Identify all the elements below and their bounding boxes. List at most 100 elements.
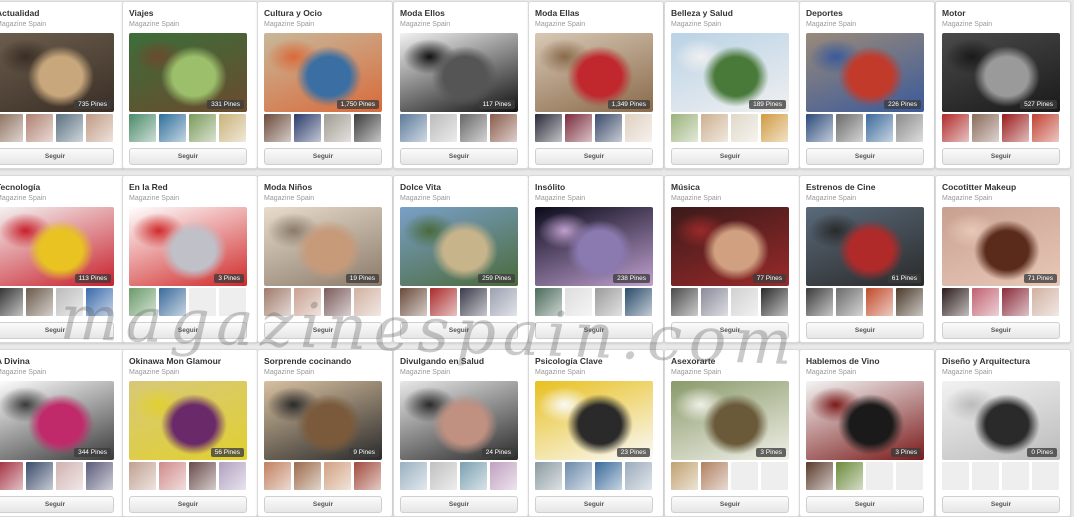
board-thumbnail[interactable] (1032, 462, 1059, 490)
board-cover-image[interactable]: 71 Pines (942, 207, 1060, 286)
board-card[interactable]: Tecnología Magazine Spain 113 Pines Seguir (0, 175, 125, 343)
board-cover-image[interactable]: 24 Pines (400, 381, 518, 460)
board-card[interactable]: Cocotitter Makeup Magazine Spain 71 Pines S… (935, 175, 1071, 343)
board-card[interactable]: Actualidad Magazine Spain 735 Pines Seguir (0, 1, 125, 169)
board-cover-image[interactable]: 3 Pines (671, 381, 789, 460)
board-card[interactable]: Música Magazine Spain 77 Pines Seguir (664, 175, 800, 343)
board-thumbnail[interactable] (625, 114, 652, 142)
board-title[interactable]: Insólito (535, 182, 659, 192)
board-thumbnail[interactable] (565, 462, 592, 490)
board-title[interactable]: Hablemos de Vino (806, 356, 930, 366)
board-thumbnail[interactable] (294, 288, 321, 316)
follow-button[interactable]: Seguir (129, 496, 247, 513)
board-thumbnail[interactable] (189, 288, 216, 316)
board-thumbnail[interactable] (565, 114, 592, 142)
board-thumbnail[interactable] (400, 114, 427, 142)
board-card[interactable]: Divulgando en Salud Magazine Spain 24 Pine… (393, 349, 529, 517)
board-thumbnail[interactable] (866, 114, 893, 142)
board-thumbnail[interactable] (1002, 114, 1029, 142)
board-thumbnail[interactable] (1032, 114, 1059, 142)
board-owner[interactable]: Magazine Spain (806, 21, 930, 28)
board-title[interactable]: Asexorarte (671, 356, 795, 366)
board-thumbnail[interactable] (942, 114, 969, 142)
board-thumbnail[interactable] (806, 288, 833, 316)
follow-button[interactable]: Seguir (129, 148, 247, 165)
follow-button[interactable]: Seguir (535, 322, 653, 339)
board-thumbnail[interactable] (942, 462, 969, 490)
board-owner[interactable]: Magazine Spain (129, 195, 253, 202)
board-card[interactable]: Moda Ellos Magazine Spain 117 Pines Seguir (393, 1, 529, 169)
board-cover-image[interactable]: 23 Pines (535, 381, 653, 460)
board-cover-image[interactable]: 1,750 Pines (264, 33, 382, 112)
board-thumbnail[interactable] (294, 114, 321, 142)
board-thumbnail[interactable] (671, 462, 698, 490)
board-title[interactable]: Diseño y Arquitectura (942, 356, 1066, 366)
board-thumbnail[interactable] (86, 462, 113, 490)
board-owner[interactable]: Magazine Spain (671, 195, 795, 202)
board-cover-image[interactable]: 56 Pines (129, 381, 247, 460)
board-title[interactable]: Estrenos de Cine (806, 182, 930, 192)
board-card[interactable]: Okinawa Mon Glamour Magazine Spain 56 Pine… (122, 349, 258, 517)
board-thumbnail[interactable] (430, 288, 457, 316)
follow-button[interactable]: Seguir (535, 148, 653, 165)
board-thumbnail[interactable] (430, 114, 457, 142)
follow-button[interactable]: Seguir (0, 322, 114, 339)
board-cover-image[interactable]: 344 Pines (0, 381, 114, 460)
board-thumbnail[interactable] (26, 288, 53, 316)
board-cover-image[interactable]: 113 Pines (0, 207, 114, 286)
board-owner[interactable]: Magazine Spain (264, 21, 388, 28)
board-thumbnail[interactable] (159, 114, 186, 142)
follow-button[interactable]: Seguir (942, 322, 1060, 339)
board-thumbnail[interactable] (836, 288, 863, 316)
board-title[interactable]: A Divina (0, 356, 120, 366)
board-thumbnail[interactable] (896, 288, 923, 316)
board-owner[interactable]: Magazine Spain (535, 21, 659, 28)
board-card[interactable]: Dolce Vita Magazine Spain 259 Pines Seguir (393, 175, 529, 343)
board-owner[interactable]: Magazine Spain (942, 369, 1066, 376)
board-card[interactable]: Insólito Magazine Spain 238 Pines Seguir (528, 175, 664, 343)
board-thumbnail[interactable] (595, 288, 622, 316)
board-card[interactable]: En la Red Magazine Spain 3 Pines Seguir (122, 175, 258, 343)
board-thumbnail[interactable] (595, 462, 622, 490)
board-cover-image[interactable]: 0 Pines (942, 381, 1060, 460)
board-thumbnail[interactable] (219, 462, 246, 490)
board-thumbnail[interactable] (866, 462, 893, 490)
board-thumbnail[interactable] (159, 462, 186, 490)
follow-button[interactable]: Seguir (129, 322, 247, 339)
board-thumbnail[interactable] (354, 114, 381, 142)
board-thumbnail[interactable] (731, 114, 758, 142)
board-owner[interactable]: Magazine Spain (942, 21, 1066, 28)
board-thumbnail[interactable] (264, 462, 291, 490)
board-cover-image[interactable]: 3 Pines (806, 381, 924, 460)
board-cover-image[interactable]: 1,349 Pines (535, 33, 653, 112)
board-thumbnail[interactable] (1002, 288, 1029, 316)
board-owner[interactable]: Magazine Spain (400, 21, 524, 28)
board-thumbnail[interactable] (400, 288, 427, 316)
follow-button[interactable]: Seguir (0, 148, 114, 165)
board-thumbnail[interactable] (972, 288, 999, 316)
board-owner[interactable]: Magazine Spain (400, 369, 524, 376)
board-thumbnail[interactable] (972, 114, 999, 142)
board-card[interactable]: Hablemos de Vino Magazine Spain 3 Pines Seg… (799, 349, 935, 517)
follow-button[interactable]: Seguir (264, 322, 382, 339)
board-card[interactable]: Moda Ellas Magazine Spain 1,349 Pines Segui… (528, 1, 664, 169)
follow-button[interactable]: Seguir (400, 148, 518, 165)
board-thumbnail[interactable] (56, 114, 83, 142)
board-thumbnail[interactable] (430, 462, 457, 490)
board-title[interactable]: Actualidad (0, 8, 120, 18)
board-thumbnail[interactable] (761, 462, 788, 490)
board-cover-image[interactable]: 117 Pines (400, 33, 518, 112)
board-owner[interactable]: Magazine Spain (806, 369, 930, 376)
board-cover-image[interactable]: 19 Pines (264, 207, 382, 286)
board-title[interactable]: Belleza y Salud (671, 8, 795, 18)
board-cover-image[interactable]: 9 Pines (264, 381, 382, 460)
board-thumbnail[interactable] (731, 288, 758, 316)
board-card[interactable]: Viajes Magazine Spain 331 Pines Seguir (122, 1, 258, 169)
board-thumbnail[interactable] (86, 114, 113, 142)
board-thumbnail[interactable] (129, 462, 156, 490)
board-thumbnail[interactable] (731, 462, 758, 490)
board-thumbnail[interactable] (535, 462, 562, 490)
board-thumbnail[interactable] (294, 462, 321, 490)
board-owner[interactable]: Magazine Spain (264, 369, 388, 376)
board-thumbnail[interactable] (490, 462, 517, 490)
